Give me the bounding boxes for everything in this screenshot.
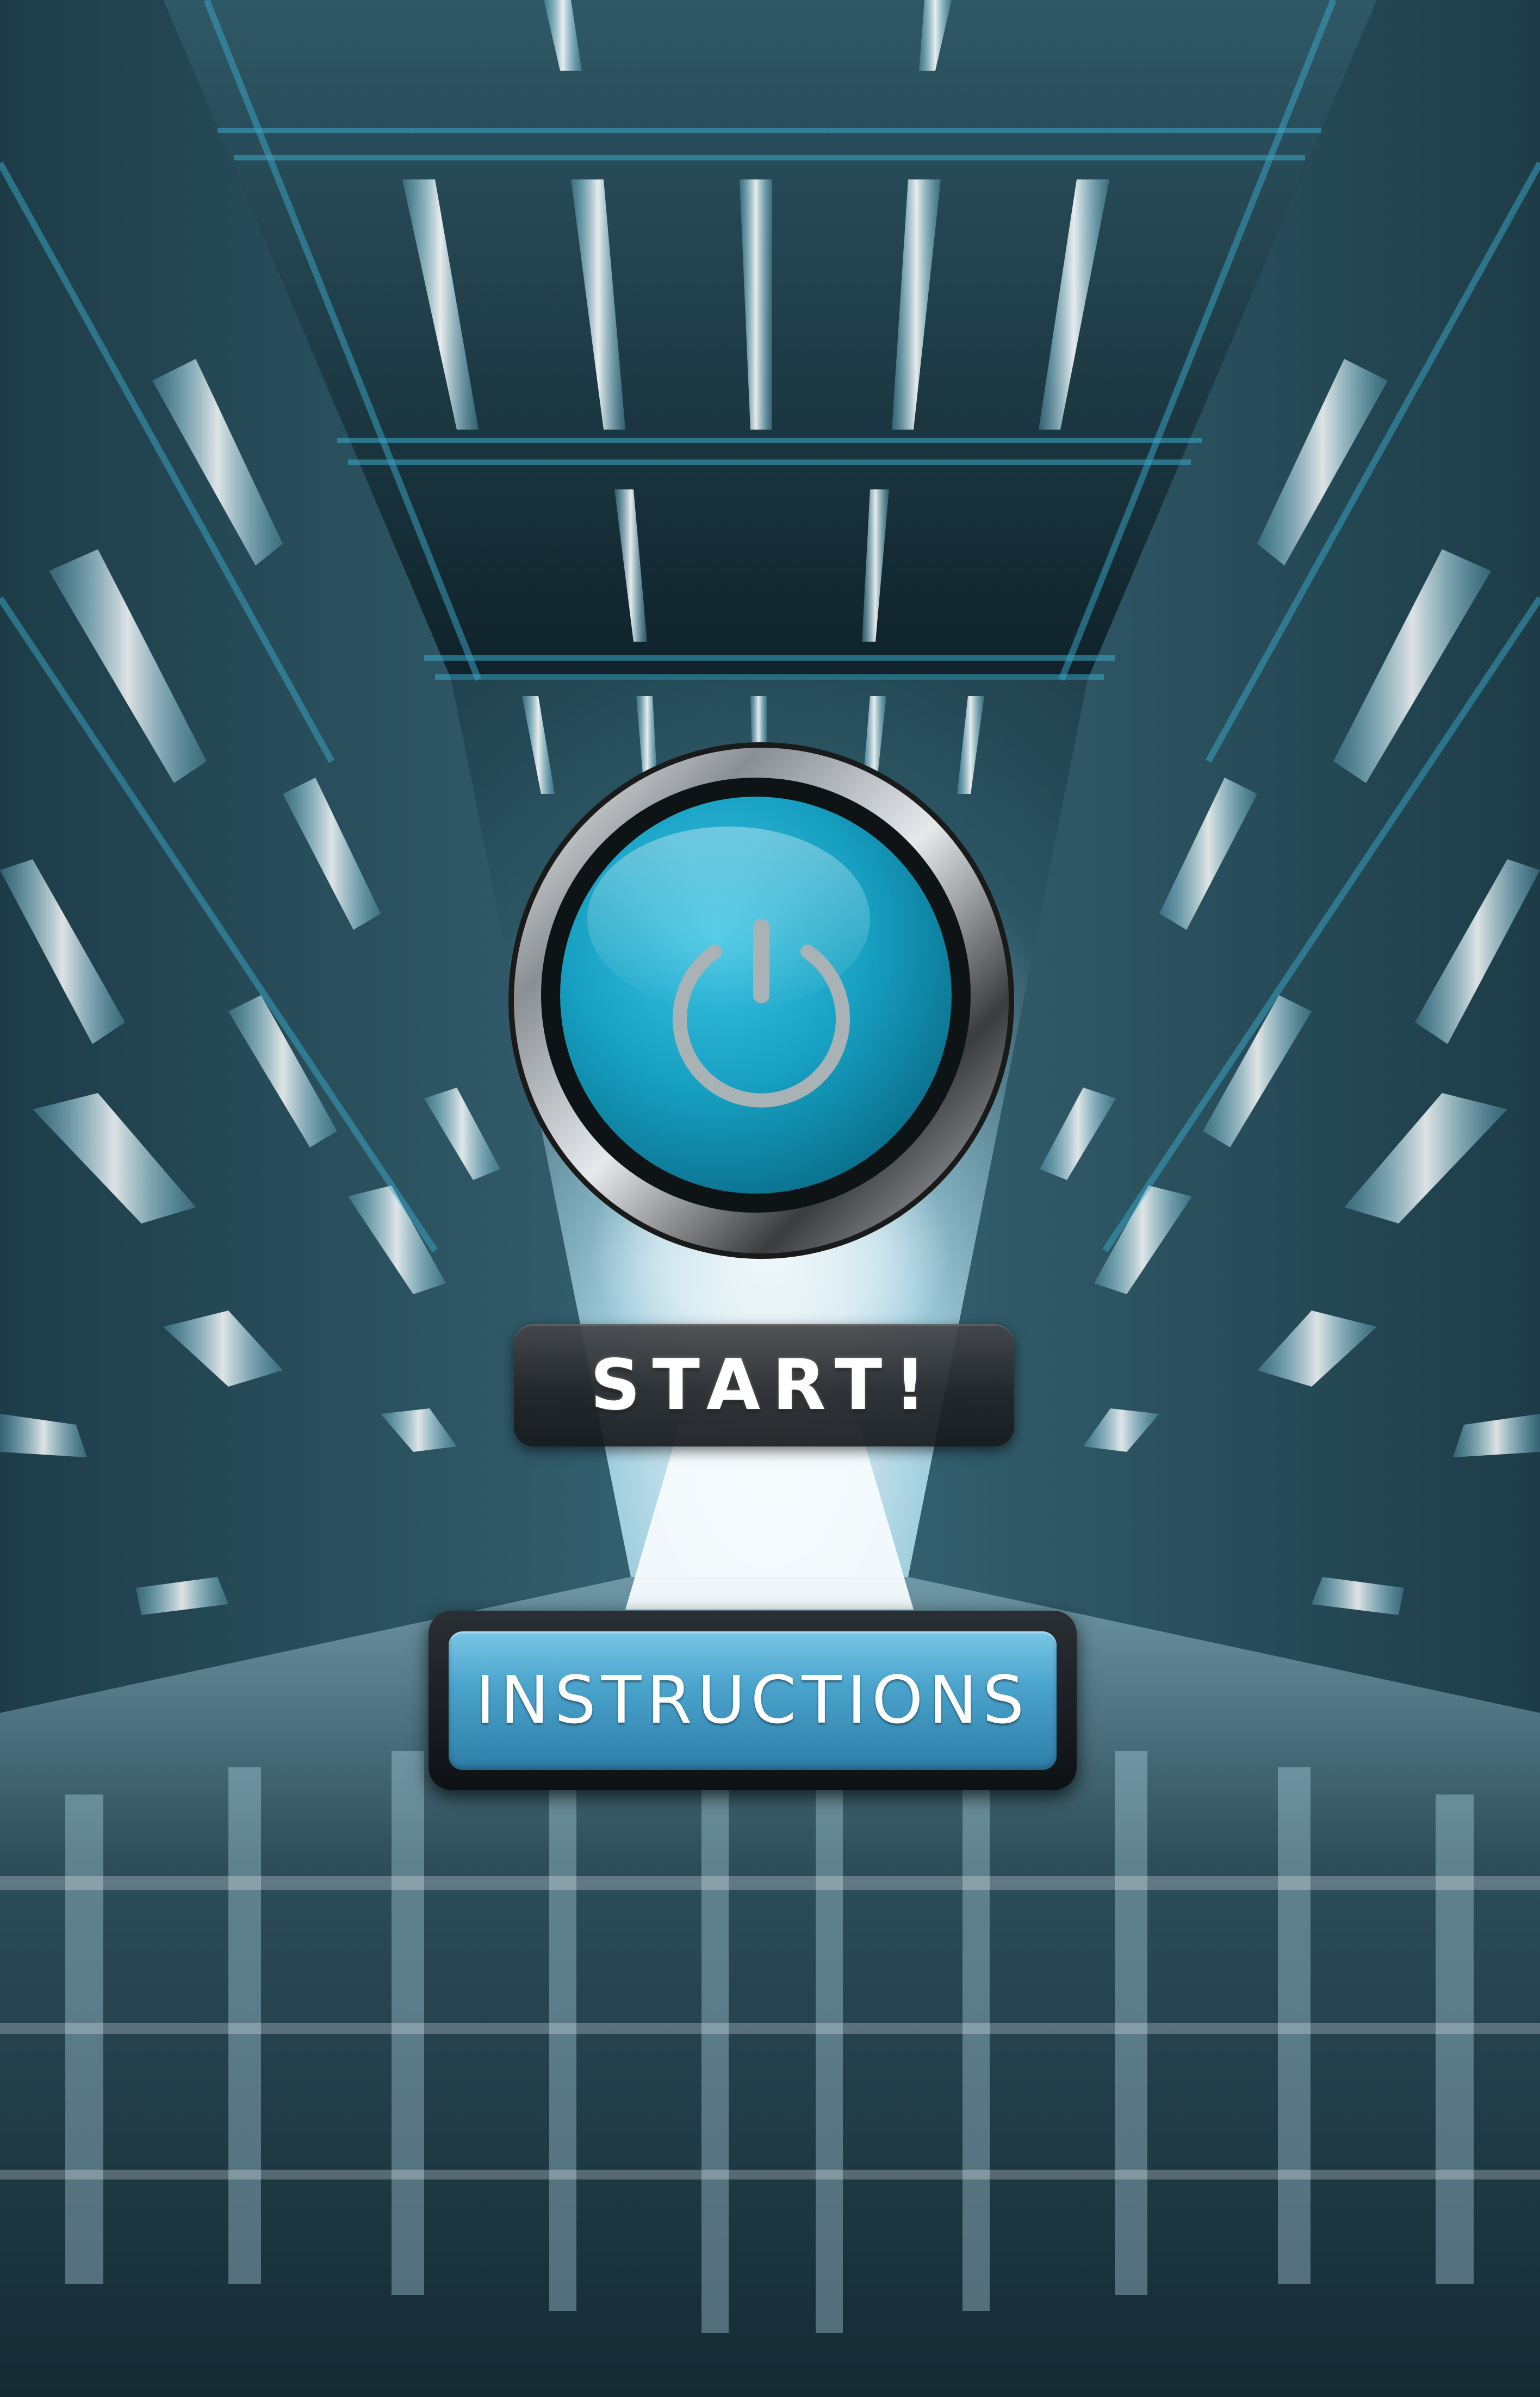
instructions-button[interactable]: INSTRUCTIONS [449, 1631, 1057, 1770]
power-button[interactable] [506, 740, 1017, 1262]
start-button[interactable]: START! [514, 1324, 1014, 1446]
main-menu-screen: START! INSTRUCTIONS [0, 0, 1540, 2397]
